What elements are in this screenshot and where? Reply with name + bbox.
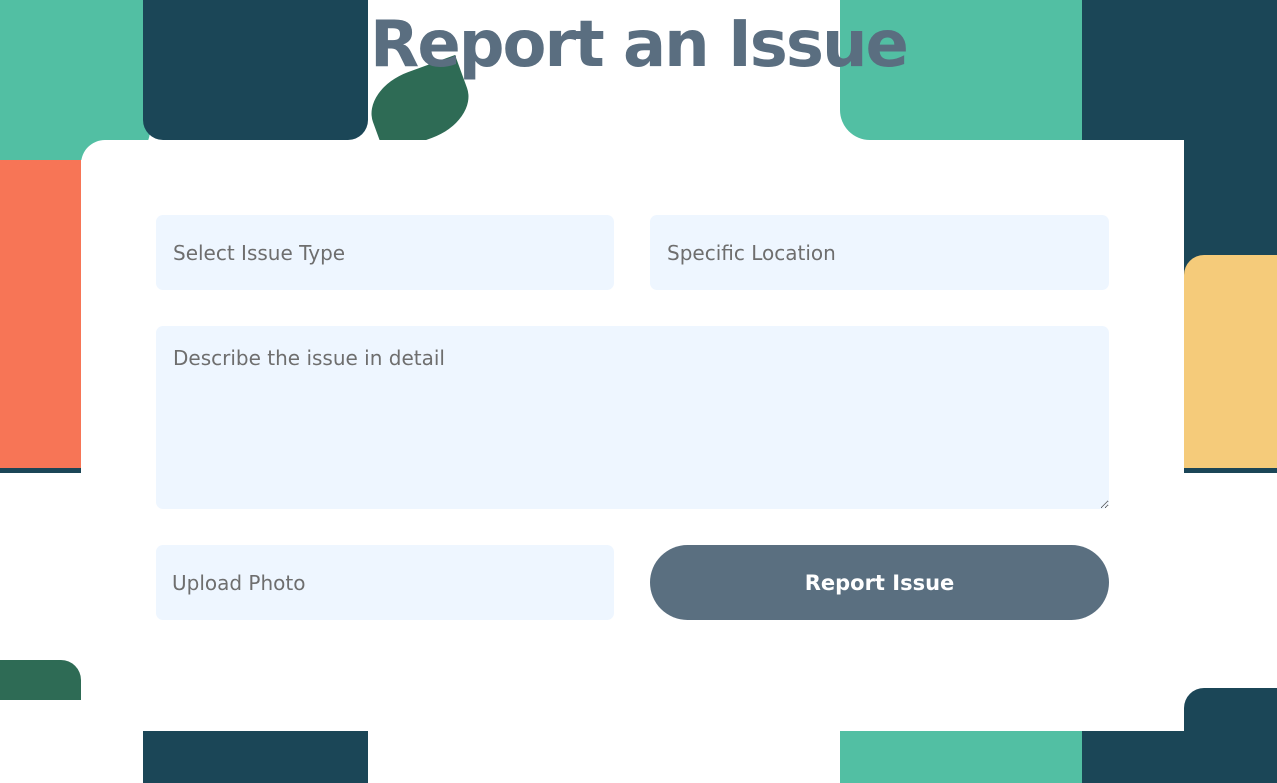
report-issue-button[interactable]: Report Issue <box>650 545 1109 620</box>
page-title: Report an Issue <box>370 8 909 82</box>
description-textarea[interactable] <box>156 326 1109 509</box>
location-input[interactable] <box>650 215 1109 290</box>
upload-photo-input[interactable] <box>156 545 614 620</box>
report-issue-form: Report Issue <box>81 140 1184 731</box>
issue-type-select[interactable] <box>156 215 614 290</box>
